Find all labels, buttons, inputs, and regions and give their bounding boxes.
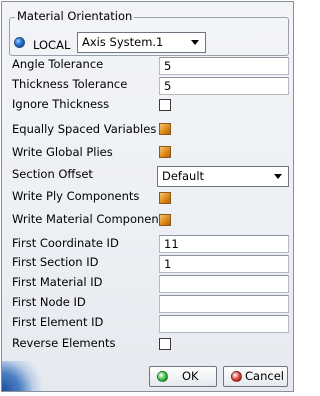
- section-offset-dropdown[interactable]: Default: [157, 166, 289, 187]
- cancel-button[interactable]: Cancel: [223, 366, 288, 387]
- angle-tolerance-label: Angle Tolerance: [12, 57, 104, 71]
- cancel-led-icon: [231, 371, 242, 382]
- section-offset-value: Default: [162, 169, 205, 183]
- corner-decoration: [2, 361, 44, 391]
- first-element-id-label: First Element ID: [12, 315, 104, 329]
- write-material-components-label: Write Material Components: [12, 212, 170, 226]
- ignore-thickness-checkbox[interactable]: [159, 99, 171, 111]
- thickness-tolerance-input[interactable]: [159, 77, 289, 95]
- thickness-tolerance-label: Thickness Tolerance: [12, 77, 128, 91]
- first-section-id-input[interactable]: [159, 255, 289, 273]
- dialog: Material Orientation LOCAL Axis System.1…: [1, 1, 294, 392]
- write-global-plies-checkbox[interactable]: [159, 146, 171, 158]
- chevron-down-icon: [191, 40, 199, 45]
- local-radio-button[interactable]: [14, 37, 25, 48]
- cancel-button-label: Cancel: [245, 369, 284, 383]
- first-material-id-label: First Material ID: [12, 275, 103, 289]
- first-coordinate-id-input[interactable]: [159, 235, 289, 253]
- first-material-id-input[interactable]: [159, 275, 289, 293]
- material-orientation-group: Material Orientation LOCAL Axis System.1: [9, 9, 289, 56]
- first-node-id-label: First Node ID: [12, 295, 86, 309]
- first-node-id-input[interactable]: [159, 295, 289, 313]
- section-offset-label: Section Offset: [12, 167, 93, 181]
- ok-button[interactable]: OK: [149, 366, 217, 387]
- first-element-id-input[interactable]: [159, 315, 289, 333]
- first-section-id-label: First Section ID: [12, 255, 99, 269]
- reverse-elements-label: Reverse Elements: [12, 336, 116, 350]
- write-material-components-checkbox[interactable]: [159, 214, 171, 226]
- ignore-thickness-label: Ignore Thickness: [12, 97, 110, 111]
- ok-led-icon: [157, 371, 168, 382]
- equally-spaced-variables-checkbox[interactable]: [159, 123, 171, 135]
- equally-spaced-variables-label: Equally Spaced Variables: [12, 122, 157, 136]
- group-title: Material Orientation: [15, 9, 135, 23]
- write-ply-components-checkbox[interactable]: [159, 192, 171, 204]
- first-coordinate-id-label: First Coordinate ID: [12, 236, 119, 250]
- write-ply-components-label: Write Ply Components: [12, 189, 140, 203]
- write-global-plies-label: Write Global Plies: [12, 145, 113, 159]
- reverse-elements-checkbox[interactable]: [159, 338, 171, 350]
- chevron-down-icon: [274, 174, 282, 179]
- angle-tolerance-input[interactable]: [159, 57, 289, 75]
- local-radio-label: LOCAL: [33, 38, 71, 52]
- axis-system-value: Axis System.1: [82, 35, 164, 49]
- ok-button-label: OK: [182, 369, 199, 383]
- axis-system-dropdown[interactable]: Axis System.1: [77, 32, 206, 53]
